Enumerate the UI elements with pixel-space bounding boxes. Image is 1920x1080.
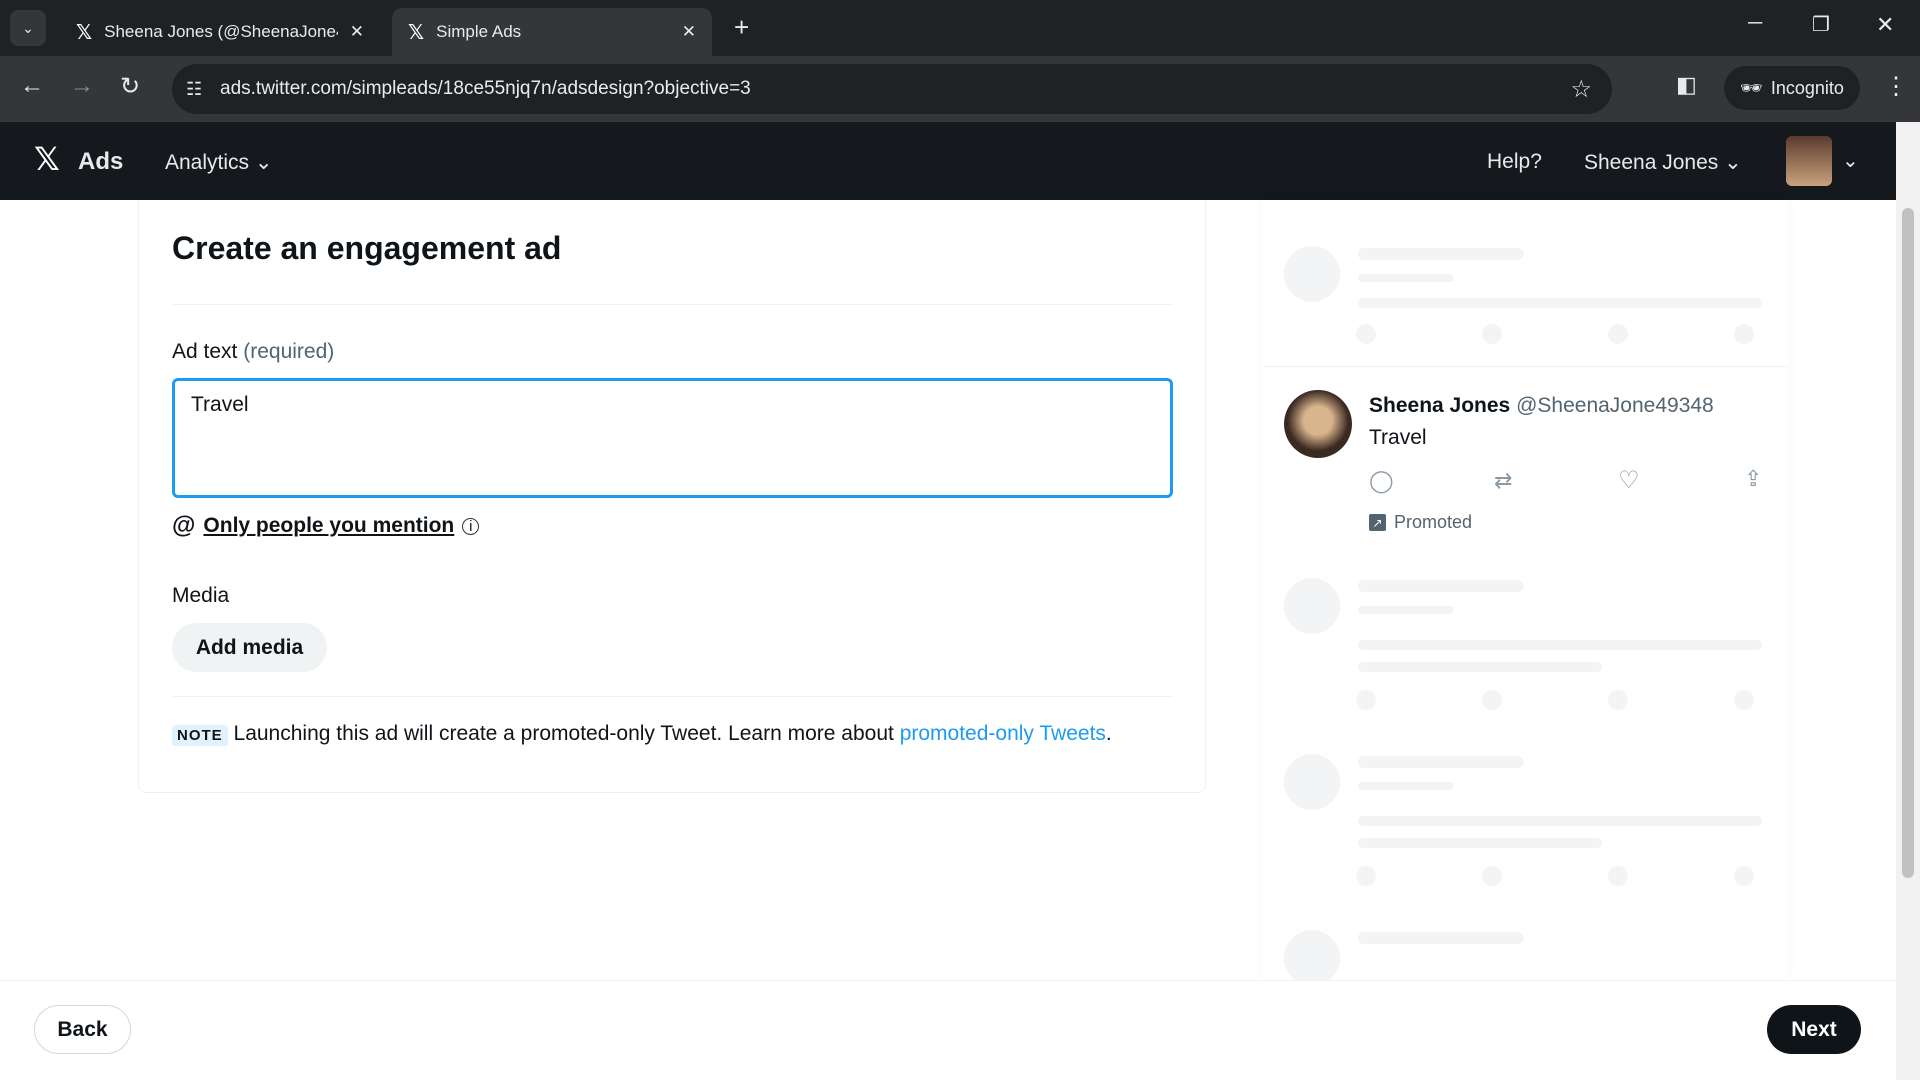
page-title: Create an engagement ad — [172, 230, 562, 266]
close-window-button[interactable]: ✕ — [1876, 12, 1894, 38]
mention-setting-link[interactable]: Only people you mention — [203, 514, 454, 538]
preview-handle: @SheenaJone49348 — [1516, 394, 1714, 417]
incognito-icon: 🕶 — [1740, 77, 1763, 98]
reply-icon: ◯ — [1369, 468, 1394, 493]
chevron-down-icon: ⌄ — [1724, 151, 1742, 174]
bookmark-star-icon[interactable]: ☆ — [1570, 75, 1592, 104]
back-button[interactable]: Back — [34, 1005, 131, 1054]
ad-form-card: Create an engagement ad Ad text (require… — [138, 200, 1206, 793]
promoted-label: Promoted — [1394, 512, 1473, 532]
site-settings-icon[interactable]: ☷ — [186, 79, 202, 100]
promoted-only-tweets-link[interactable]: promoted-only Tweets — [900, 722, 1106, 745]
scrollbar-thumb[interactable] — [1902, 208, 1914, 878]
new-tab-button[interactable]: + — [734, 12, 749, 43]
tab-search-button[interactable]: ⌄ — [10, 10, 46, 46]
note-text: NOTE Launching this ad will create a pro… — [172, 722, 1112, 746]
next-button[interactable]: Next — [1767, 1005, 1861, 1054]
address-bar-row: ← → ↻ ☷ ads.twitter.com/simpleads/18ce55… — [0, 56, 1920, 122]
reload-icon[interactable]: ↻ — [120, 72, 140, 101]
share-icon: ⇪ — [1744, 466, 1763, 491]
divider — [172, 696, 1173, 697]
forward-icon[interactable]: → — [70, 72, 94, 100]
incognito-badge[interactable]: 🕶 Incognito — [1724, 66, 1860, 110]
close-tab-icon[interactable]: ✕ — [682, 22, 696, 42]
chevron-down-icon[interactable]: ⌄ — [1842, 148, 1859, 173]
tweet-preview: Sheena Jones @SheenaJone49348 Travel ◯ ⇄… — [1262, 366, 1788, 566]
scrollbar[interactable] — [1896, 122, 1920, 1080]
url-input[interactable]: ☷ ads.twitter.com/simpleads/18ce55njq7n/… — [172, 64, 1612, 114]
side-panel-icon[interactable]: ◧ — [1676, 72, 1697, 98]
info-icon[interactable]: i — [462, 517, 480, 535]
avatar[interactable] — [1786, 136, 1832, 186]
app-header: 𝕏 Ads Analytics ⌄ Help? Sheena Jones ⌄ ⌄ — [0, 122, 1896, 200]
retweet-icon: ⇄ — [1494, 468, 1513, 493]
chevron-down-icon: ⌄ — [254, 151, 273, 174]
footer-bar: Back Next — [0, 980, 1896, 1080]
browser-tab-bar: ⌄ 𝕏 Sheena Jones (@SheenaJone49 ✕ 𝕏 Simp… — [0, 0, 1920, 56]
back-icon[interactable]: ← — [20, 72, 44, 100]
divider — [172, 304, 1173, 305]
reply-settings[interactable]: @ Only people you mention i — [172, 512, 480, 540]
menu-icon[interactable]: ⋮ — [1884, 72, 1908, 101]
like-icon: ♡ — [1618, 467, 1640, 494]
account-menu[interactable]: Sheena Jones ⌄ — [1584, 150, 1742, 175]
ads-logo[interactable]: Ads — [78, 148, 123, 176]
preview-text: Travel — [1369, 426, 1427, 449]
at-icon: @ — [172, 512, 196, 539]
x-logo-icon[interactable]: 𝕏 — [34, 140, 60, 178]
tab-simple-ads[interactable]: 𝕏 Simple Ads ✕ — [392, 8, 712, 56]
x-icon: 𝕏 — [76, 20, 93, 44]
close-tab-icon[interactable]: ✕ — [350, 22, 364, 42]
promoted-icon: ↗ — [1369, 514, 1386, 531]
note-badge: NOTE — [172, 725, 228, 746]
minimize-button[interactable]: ─ — [1748, 12, 1762, 35]
x-icon: 𝕏 — [408, 20, 425, 44]
preview-avatar — [1284, 390, 1352, 458]
media-label: Media — [172, 584, 230, 607]
ad-text-input[interactable]: Travel — [172, 378, 1173, 498]
analytics-menu[interactable]: Analytics ⌄ — [165, 150, 272, 175]
restore-button[interactable]: ❐ — [1812, 12, 1830, 37]
ad-text-label: Ad text (required) — [172, 340, 335, 363]
tweet-preview-panel: Sheena Jones @SheenaJone49348 Travel ◯ ⇄… — [1262, 200, 1788, 986]
preview-name: Sheena Jones — [1369, 394, 1511, 417]
tab-sheena-jones[interactable]: 𝕏 Sheena Jones (@SheenaJone49 ✕ — [60, 8, 380, 56]
help-link[interactable]: Help? — [1487, 150, 1542, 174]
add-media-button[interactable]: Add media — [172, 623, 327, 672]
